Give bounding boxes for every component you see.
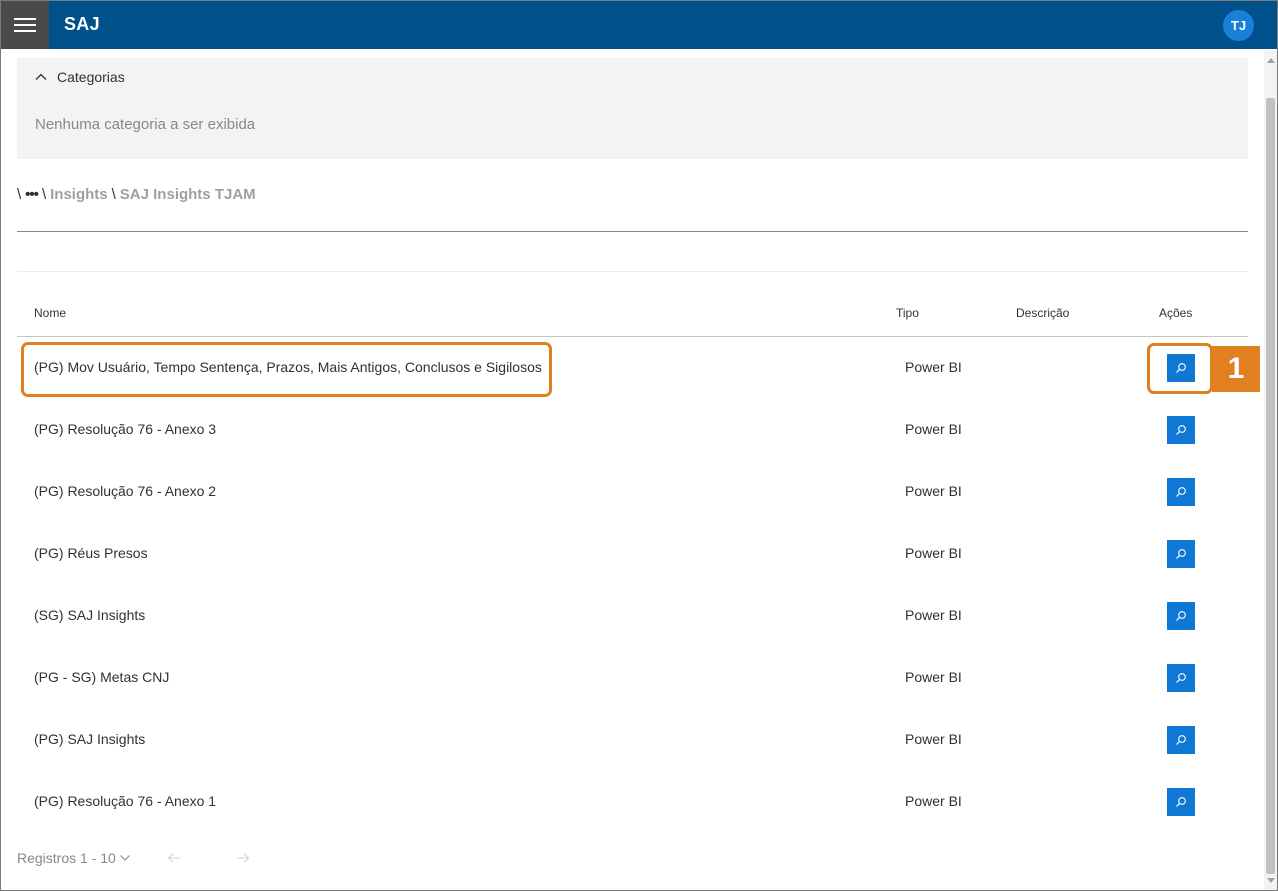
table-row[interactable]: (PG) Réus Presos Power BI: [17, 523, 1248, 585]
table-row[interactable]: (SG) SAJ Insights Power BI: [17, 585, 1248, 647]
pagination-label: Registros 1 - 10: [17, 850, 116, 866]
search-icon: [1176, 673, 1186, 683]
breadcrumb-item-saj-insights-tjam[interactable]: SAJ Insights TJAM: [120, 186, 256, 203]
view-report-button[interactable]: [1167, 416, 1195, 444]
hamburger-icon: [14, 18, 36, 32]
view-report-button[interactable]: [1167, 664, 1195, 692]
user-avatar[interactable]: TJ: [1223, 10, 1254, 41]
view-report-button[interactable]: [1167, 726, 1195, 754]
report-type: Power BI: [905, 793, 962, 809]
view-report-button[interactable]: [1167, 540, 1195, 568]
search-icon: [1176, 797, 1186, 807]
scroll-down-arrow-icon[interactable]: [1264, 873, 1277, 887]
search-icon: [1176, 487, 1186, 497]
breadcrumb-separator: \: [111, 186, 116, 203]
table-row[interactable]: (PG) Resolução 76 - Anexo 3 Power BI: [17, 399, 1248, 461]
app-window: SAJ TJ Categorias Nenhuma categoria a se…: [0, 0, 1278, 891]
report-type: Power BI: [905, 607, 962, 623]
breadcrumb-overflow-button[interactable]: •••: [25, 186, 39, 203]
chevron-up-icon: [35, 73, 47, 80]
report-name[interactable]: (PG) Resolução 76 - Anexo 3: [34, 421, 216, 437]
previous-page-button[interactable]: [167, 851, 181, 870]
search-icon: [1176, 611, 1186, 621]
categories-empty-text: Nenhuma categoria a ser exibida: [35, 116, 256, 133]
table-row[interactable]: (PG - SG) Metas CNJ Power BI: [17, 647, 1248, 709]
report-type: Power BI: [905, 731, 962, 747]
breadcrumb-separator: \: [17, 186, 22, 203]
view-report-button[interactable]: [1167, 788, 1195, 816]
report-name[interactable]: (PG) Resolução 76 - Anexo 2: [34, 483, 216, 499]
column-header-actions: Ações: [1159, 306, 1193, 320]
breadcrumb: \ ••• \ Insights \ SAJ Insights TJAM: [17, 186, 256, 203]
step-badge: 1: [1212, 346, 1260, 392]
search-icon: [1176, 425, 1186, 435]
table-row[interactable]: (PG) Resolução 76 - Anexo 2 Power BI: [17, 461, 1248, 523]
arrow-right-icon: [237, 853, 250, 863]
column-header-description[interactable]: Descrição: [1016, 306, 1069, 320]
breadcrumb-item-insights[interactable]: Insights: [50, 186, 108, 203]
table-row[interactable]: (PG) Resolução 76 - Anexo 1 Power BI: [17, 771, 1248, 833]
chevron-down-icon: [119, 855, 130, 861]
report-type: Power BI: [905, 483, 962, 499]
report-name[interactable]: (SG) SAJ Insights: [34, 607, 145, 623]
categories-title: Categorias: [57, 69, 125, 85]
menu-button[interactable]: [1, 1, 49, 49]
report-type: Power BI: [905, 669, 962, 685]
next-page-button[interactable]: [236, 851, 250, 870]
scroll-up-arrow-icon[interactable]: [1264, 53, 1277, 67]
pagination: Registros 1 - 10: [17, 850, 130, 866]
highlight-report-name: [21, 342, 552, 397]
report-type: Power BI: [905, 359, 962, 375]
table-row[interactable]: (PG) SAJ Insights Power BI: [17, 709, 1248, 771]
report-type: Power BI: [905, 545, 962, 561]
view-report-button[interactable]: [1167, 478, 1195, 506]
search-icon: [1176, 735, 1186, 745]
column-header-type[interactable]: Tipo: [896, 306, 919, 320]
view-report-button[interactable]: [1167, 602, 1195, 630]
top-bar: SAJ TJ: [1, 1, 1277, 49]
highlight-view-button: [1147, 343, 1213, 394]
app-title: SAJ: [64, 14, 100, 34]
report-name[interactable]: (PG) Resolução 76 - Anexo 1: [34, 793, 216, 809]
divider: [17, 271, 1248, 272]
page-size-selector[interactable]: Registros 1 - 10: [17, 850, 130, 866]
divider: [17, 231, 1248, 232]
report-name[interactable]: (PG) Réus Presos: [34, 545, 148, 561]
report-name[interactable]: (PG - SG) Metas CNJ: [34, 669, 169, 685]
column-header-name[interactable]: Nome: [34, 306, 66, 320]
arrow-left-icon: [167, 853, 180, 863]
report-type: Power BI: [905, 421, 962, 437]
breadcrumb-separator: \: [41, 186, 47, 203]
search-icon: [1176, 549, 1186, 559]
categories-panel: Categorias Nenhuma categoria a ser exibi…: [17, 58, 1248, 159]
categories-toggle[interactable]: Categorias: [35, 69, 125, 85]
scrollbar-thumb[interactable]: [1266, 98, 1275, 874]
report-name[interactable]: (PG) SAJ Insights: [34, 731, 145, 747]
